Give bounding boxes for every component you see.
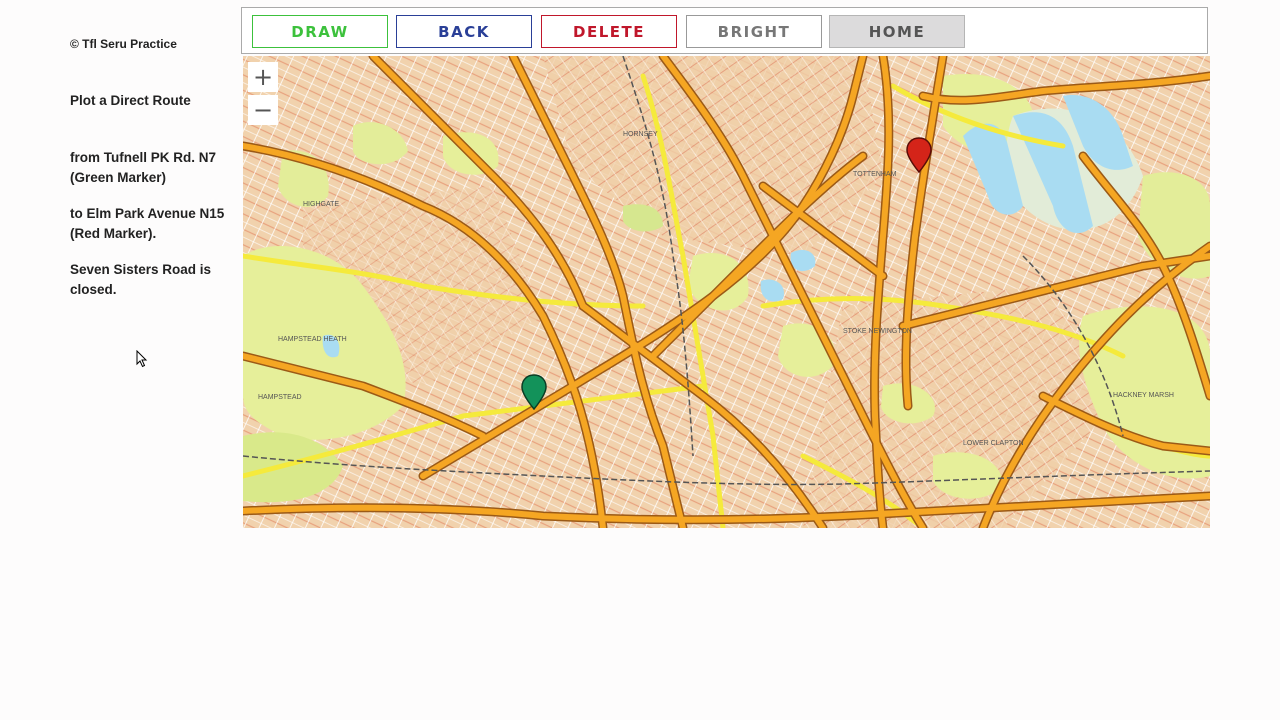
map-label-hackney-marsh: HACKNEY MARSH: [1113, 392, 1174, 399]
zoom-in-button[interactable]: +: [248, 62, 278, 92]
draw-button[interactable]: DRAW: [252, 15, 388, 48]
route-end-line1: to Elm Park Avenue N15: [70, 206, 225, 221]
map-label-hornsey: HORNSEY: [623, 131, 658, 138]
street-map: [243, 56, 1210, 528]
zoom-out-button[interactable]: −: [248, 95, 278, 125]
start-marker-icon[interactable]: [521, 374, 547, 410]
route-start-instruction: from Tufnell PK Rd. N7 (Green Marker): [70, 148, 216, 188]
map-label-hampstead-heath: HAMPSTEAD HEATH: [278, 336, 347, 343]
map-label-tottenham: TOTTENHAM: [853, 171, 897, 178]
map-canvas[interactable]: HAMPSTEAD HEATH HAMPSTEAD HIGHGATE HORNS…: [243, 56, 1210, 528]
map-label-hampstead: HAMPSTEAD: [258, 394, 302, 401]
route-end-instruction: to Elm Park Avenue N15 (Red Marker).: [70, 204, 224, 244]
bright-button[interactable]: BRIGHT: [686, 15, 822, 48]
task-title: Plot a Direct Route: [70, 93, 191, 108]
mouse-cursor-icon: [136, 350, 148, 368]
home-button[interactable]: HOME: [829, 15, 965, 48]
map-toolbar: DRAW BACK DELETE BRIGHT HOME: [241, 7, 1208, 54]
route-start-line2: (Green Marker): [70, 170, 167, 185]
map-label-lower-clapton: LOWER CLAPTON: [963, 440, 1024, 447]
route-start-line1: from Tufnell PK Rd. N7: [70, 150, 217, 165]
road-closure-note: Seven Sisters Road is closed.: [70, 260, 211, 300]
road-closure-line2: closed.: [70, 282, 117, 297]
back-button[interactable]: BACK: [396, 15, 532, 48]
copyright-text: © Tfl Seru Practice: [70, 37, 177, 51]
delete-button[interactable]: DELETE: [541, 15, 677, 48]
end-marker-icon[interactable]: [906, 137, 932, 173]
map-label-highgate: HIGHGATE: [303, 201, 340, 208]
map-label-stoke-newington: STOKE NEWINGTON: [843, 328, 912, 335]
road-closure-line1: Seven Sisters Road is: [70, 262, 212, 277]
route-end-line2: (Red Marker).: [70, 226, 157, 241]
